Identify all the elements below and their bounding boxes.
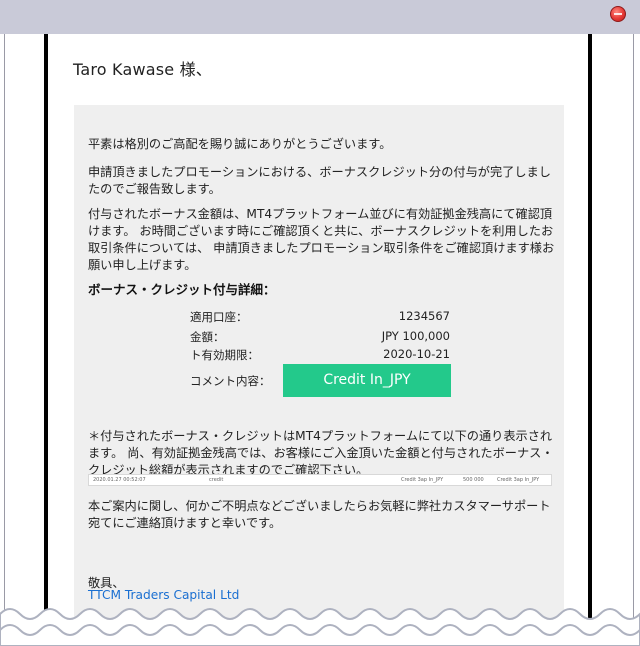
details-title: ボーナス・クレジット付与詳細： bbox=[88, 282, 276, 297]
note-paragraph: ＊付与されたボーナス・クレジットはMT4プラットフォームにて以下の通り表示されま… bbox=[88, 429, 554, 477]
amount-paragraph: 付与されたボーナス金額は、MT4プラットフォーム並びに有効証拠金残高にて確認頂け… bbox=[88, 207, 555, 272]
torn-edge bbox=[0, 608, 640, 646]
mt4-comment: Credit 3ap In_JPY bbox=[401, 477, 444, 483]
expiry-value: 2020-10-21 bbox=[383, 347, 450, 361]
account-label: 適用口座： bbox=[190, 310, 248, 324]
left-border-rule bbox=[44, 34, 48, 624]
mt4-type: credit bbox=[209, 477, 224, 483]
window-titlebar bbox=[0, 0, 640, 34]
close-icon[interactable] bbox=[610, 6, 626, 22]
comment-label: コメント内容： bbox=[190, 374, 271, 388]
support-paragraph: 本ご案内に関し、何かご不明点などございましたらお気軽に弊社カスタマーサポート宛て… bbox=[88, 499, 551, 530]
mt4-history-strip: 2020.01.27 00:52:07 credit Credit 3ap In… bbox=[88, 474, 552, 486]
mt4-date: 2020.01.27 00:52:07 bbox=[93, 477, 146, 483]
expiry-label: ト有効期限： bbox=[190, 348, 259, 362]
account-value: 1234567 bbox=[398, 309, 450, 323]
mt4-amount: 500 000 bbox=[463, 477, 484, 483]
amount-label: 金額： bbox=[190, 330, 225, 344]
amount-value: JPY 100,000 bbox=[381, 329, 450, 343]
comment-value-badge: Credit In_JPY bbox=[283, 364, 451, 397]
opening-paragraph: 平素は格別のご高配を賜り誠にありがとうございます。 bbox=[88, 137, 392, 151]
greeting: Taro Kawase 様、 bbox=[73, 60, 213, 79]
right-border-rule bbox=[588, 34, 592, 624]
mt4-comment-2: Credit 3ap In_JPY bbox=[497, 477, 540, 483]
completion-paragraph: 申請頂きましたプロモーションにおける、ボーナスクレジット分の付与が完了しましたの… bbox=[88, 165, 551, 196]
